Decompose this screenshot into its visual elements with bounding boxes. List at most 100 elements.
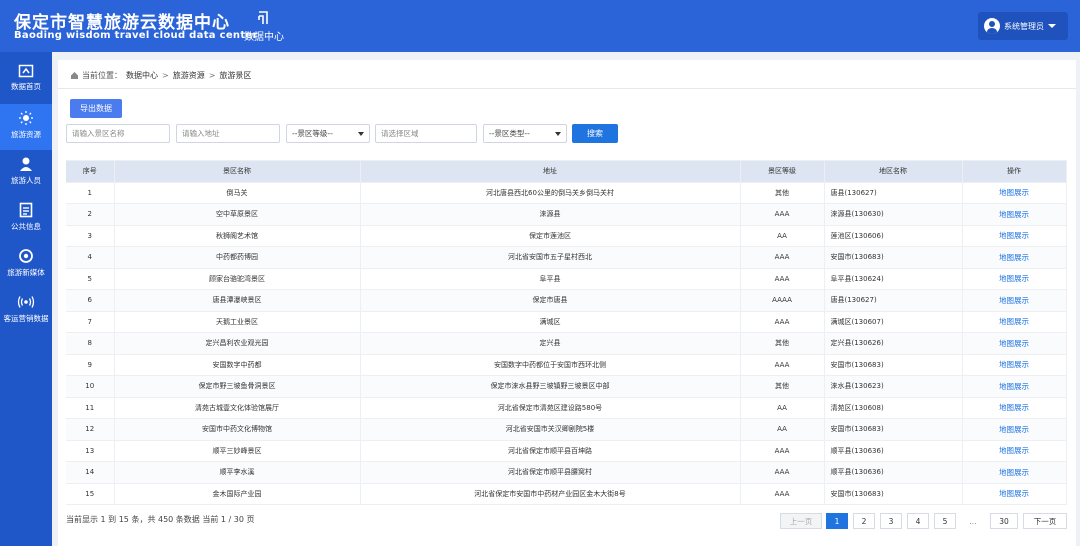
page-button[interactable]: 5 [934,513,956,529]
pagination-summary: 当前显示 1 到 15 条，共 450 条数据 当前 1 / 30 页 [66,515,255,524]
map-display-link[interactable]: 地图展示 [999,489,1029,498]
sidebar-item-tourists[interactable]: 旅游人员 [0,150,52,196]
cell-no: 4 [66,246,115,269]
sidebar-item-home[interactable]: 数据首页 [0,58,52,104]
cell-no: 8 [66,332,115,355]
address-input[interactable] [176,124,280,143]
cell-action: 地图展示 [962,310,1067,333]
cell-action: 地图展示 [962,246,1067,269]
prev-page-button[interactable]: 上一页 [780,513,822,529]
cell-no: 9 [66,353,115,376]
cell-level: AA [740,418,825,441]
map-display-link[interactable]: 地图展示 [999,231,1029,240]
map-display-link[interactable]: 地图展示 [999,188,1029,197]
cell-level: AAA [740,246,825,269]
home-icon [18,64,34,78]
table-row: 8 定兴昌利农业观光园 定兴县 其他 定兴县(130626) 地图展示 [66,332,1067,355]
scenic-type-select[interactable]: --景区类型-- [483,124,567,143]
cell-name: 倒马关 [114,181,361,204]
map-display-link[interactable]: 地图展示 [999,317,1029,326]
breadcrumb-separator: > [162,71,169,80]
map-display-link[interactable]: 地图展示 [999,468,1029,477]
map-display-link[interactable]: 地图展示 [999,210,1029,219]
breadcrumb-item[interactable]: 旅游资源 [173,70,205,81]
sidebar-item-resources[interactable]: 旅游资源 [0,104,52,150]
nav-data-center[interactable]: 数据中心 [240,10,288,43]
map-display-link[interactable]: 地图展示 [999,274,1029,283]
cell-region: 清苑区(130608) [824,396,963,419]
page-button[interactable]: 30 [990,513,1018,529]
document-icon [19,202,33,218]
page-button[interactable]: 4 [907,513,929,529]
region-input[interactable] [375,124,477,143]
cell-level: 其他 [740,181,825,204]
top-bar: 保定市智慧旅游云数据中心 Baoding wisdom travel cloud… [0,0,1080,52]
cell-address: 河北唐县西北60公里的倒马关乡倒马关村 [360,181,741,204]
cell-region: 安国市(130683) [824,353,963,376]
cell-level: AAAA [740,289,825,312]
search-button[interactable]: 搜索 [572,124,618,143]
breadcrumb-item: 旅游景区 [219,71,252,80]
scenic-name-input[interactable] [66,124,170,143]
table-row: 13 顺平三妙峰景区 河北省保定市顺平县百坤路 AAA 顺平县(130636) 地图展示 [66,439,1067,462]
sidebar-item-new-media[interactable]: 旅游新媒体 [0,242,52,288]
cell-no: 1 [66,181,115,204]
map-display-link[interactable]: 地图展示 [999,339,1029,348]
cell-no: 6 [66,289,115,312]
sidebar-item-label: 旅游人员 [11,176,41,185]
cell-no: 7 [66,310,115,333]
cell-region: 涞水县(130623) [824,375,963,398]
cell-action: 地图展示 [962,375,1067,398]
column-header-name: 景区名称 [114,160,361,183]
cell-name: 清苑古城壹文化体验馆展厅 [114,396,361,419]
cell-level: AAA [740,310,825,333]
app-subtitle: Baoding wisdom travel cloud data center [14,30,258,41]
map-display-link[interactable]: 地图展示 [999,446,1029,455]
table-row: 6 唐县潭瀑峡景区 保定市唐县 AAAA 唐县(130627) 地图展示 [66,289,1067,312]
map-display-link[interactable]: 地图展示 [999,382,1029,391]
cell-region: 唐县(130627) [824,289,963,312]
table-header-row: 序号 景区名称 地址 景区等级 地区名称 操作 [66,160,1067,183]
page-button[interactable]: 3 [880,513,902,529]
cell-name: 顾家台骆驼湾景区 [114,267,361,290]
map-display-link[interactable]: 地图展示 [999,253,1029,262]
map-display-link[interactable]: 地图展示 [999,296,1029,305]
page-button[interactable]: 1 [826,513,848,529]
cell-name: 顺平三妙峰景区 [114,439,361,462]
user-menu[interactable]: 系统管理员 [978,12,1068,40]
table-row: 15 金木国际产业园 河北省保定市安国市中药材产业园区金木大街8号 AAA 安国市(13… [66,482,1067,505]
cell-level: AAA [740,203,825,226]
chevron-down-icon [1048,24,1056,28]
cell-no: 2 [66,203,115,226]
cell-region: 安国市(130683) [824,418,963,441]
cell-action: 地图展示 [962,181,1067,204]
cell-action: 地图展示 [962,396,1067,419]
cell-region: 顺平县(130636) [824,461,963,484]
map-display-link[interactable]: 地图展示 [999,403,1029,412]
sidebar-item-public-info[interactable]: 公共信息 [0,196,52,242]
media-icon [19,249,33,263]
next-page-button[interactable]: 下一页 [1023,513,1067,529]
cell-name: 安国市中药文化博物馆 [114,418,361,441]
page-button[interactable]: 2 [853,513,875,529]
pagination-ellipsis: ... [969,516,977,526]
cell-level: AAA [740,461,825,484]
nav-data-center-label: 数据中心 [244,32,284,43]
cell-address: 涞源县 [360,203,741,226]
scenic-level-select[interactable]: --景区等级-- [286,124,370,143]
breadcrumb-item[interactable]: 数据中心 [126,70,158,81]
divider [58,88,1076,89]
cell-address: 河北省保定市顺平县腰窝村 [360,461,741,484]
map-display-link[interactable]: 地图展示 [999,360,1029,369]
sidebar-item-label: 数据首页 [11,82,41,91]
cell-action: 地图展示 [962,267,1067,290]
cell-level: 其他 [740,332,825,355]
map-display-link[interactable]: 地图展示 [999,425,1029,434]
cell-action: 地图展示 [962,482,1067,505]
table-row: 12 安国市中药文化博物馆 河北省安国市关汉卿剧院5楼 AA 安国市(130683) 地图… [66,418,1067,441]
export-data-button[interactable]: 导出数据 [70,99,122,118]
cell-address: 保定市唐县 [360,289,741,312]
sidebar-item-transport-data[interactable]: 客运营销数据 [0,288,52,334]
scenic-level-select-value: --景区等级-- [292,129,333,138]
sidebar-item-label: 旅游新媒体 [7,268,45,277]
